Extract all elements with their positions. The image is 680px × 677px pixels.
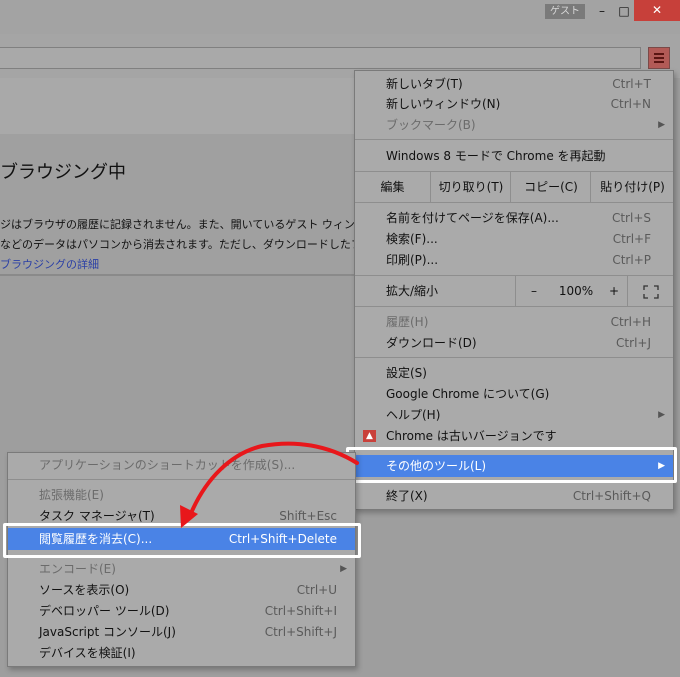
copy-button[interactable]: コピー(C) [510,172,591,202]
menu-item-downloads[interactable]: ダウンロード(D) Ctrl+J [355,333,673,353]
menu-separator [355,139,673,140]
menu-item-label: ブックマーク(B) [386,118,476,132]
menu-separator [8,479,355,480]
menu-item-print[interactable]: 印刷(P)... Ctrl+P [355,250,673,270]
paste-button[interactable]: 貼り付け(P) [590,172,674,202]
guest-info-card: ブラウジング中 ジはブラウザの履歴に記録されません。また、開いているゲスト ウィ… [0,134,354,276]
menu-item-save-as[interactable]: 名前を付けてページを保存(A)... Ctrl+S [355,208,673,228]
title-bar: ゲスト – □ ✕ [0,0,680,34]
submenu-item-js-console[interactable]: JavaScript コンソール(J) Ctrl+Shift+J [8,622,355,643]
submenu-item-encoding[interactable]: エンコード(E) ▶ [8,559,355,580]
menu-item-about[interactable]: Google Chrome について(G) [355,384,673,404]
menu-item-exit[interactable]: 終了(X) Ctrl+Shift+Q [355,486,673,506]
menu-item-label: 新しいタブ(T) [386,77,463,91]
menu-item-settings[interactable]: 設定(S) [355,363,673,383]
menu-item-label: ヘルプ(H) [386,408,441,422]
menu-item-label: 検索(F)... [386,232,438,246]
shortcut-label: Ctrl+H [610,315,651,329]
menu-item-new-tab[interactable]: 新しいタブ(T) Ctrl+T [355,74,673,94]
menu-item-relaunch-win8[interactable]: Windows 8 モードで Chrome を再起動 [355,146,673,166]
shortcut-label: Ctrl+N [610,97,651,111]
menu-item-label: 印刷(P)... [386,253,439,267]
menu-item-label: 名前を付けてページを保存(A)... [386,211,559,225]
update-arrow-icon: ▲ [363,430,376,442]
submenu-arrow-icon: ▶ [658,410,665,420]
menu-item-label: 終了(X) [386,489,428,503]
address-bar[interactable] [0,47,641,69]
submenu-arrow-icon: ▶ [340,564,347,574]
shortcut-label: Ctrl+P [612,253,651,267]
shortcut-label: Ctrl+Shift+Q [572,489,651,503]
info-paragraph-line: ジはブラウザの履歴に記録されません。また、開いているゲスト ウィン [0,218,354,231]
edit-label: 編集 [380,180,405,194]
annotation-frame [3,523,361,558]
submenu-arrow-icon: ▶ [658,120,665,130]
menu-item-history[interactable]: 履歴(H) Ctrl+H [355,312,673,332]
learn-more-link[interactable]: ブラウジングの詳細 [0,256,99,272]
menu-item-label: アプリケーションのショートカットを作成(S)... [39,458,296,472]
menu-item-label: Google Chrome について(G) [386,387,550,401]
menu-item-label: 履歴(H) [386,315,429,329]
maximize-button[interactable]: □ [616,3,632,20]
close-button[interactable]: ✕ [634,0,680,21]
shortcut-label: Ctrl+J [616,336,651,350]
zoom-label: 拡大/縮小 [386,284,439,298]
chrome-menu-button[interactable] [648,47,670,69]
shortcut-label: Ctrl+Shift+I [264,604,337,618]
submenu-item-inspect-devices[interactable]: デバイスを検証(I) [8,643,355,664]
zoom-out-button[interactable]: – [515,276,552,306]
menu-bar-icon [654,57,664,59]
guest-badge: ゲスト [545,4,585,19]
chrome-main-menu: 新しいタブ(T) Ctrl+T 新しいウィンドウ(N) Ctrl+N ブックマー… [354,70,674,510]
menu-item-label: Windows 8 モードで Chrome を再起動 [386,149,606,163]
menu-item-new-window[interactable]: 新しいウィンドウ(N) Ctrl+N [355,94,673,114]
zoom-row: 拡大/縮小 – 100% + [355,275,673,307]
menu-item-label: Chrome は古いバージョンです [386,429,557,443]
menu-item-label: ソースを表示(O) [39,583,130,597]
minimize-button[interactable]: – [594,3,610,20]
page-heading: ブラウジング中 [0,162,126,183]
shortcut-label: Ctrl+T [612,77,651,91]
submenu-item-view-source[interactable]: ソースを表示(O) Ctrl+U [8,580,355,601]
menu-item-label: ダウンロード(D) [386,336,477,350]
menu-item-label: エンコード(E) [39,562,116,576]
menu-item-label: 設定(S) [386,366,427,380]
shortcut-label: Ctrl+F [612,232,651,246]
menu-item-bookmarks[interactable]: ブックマーク(B) ▶ [355,115,673,135]
menu-item-update[interactable]: ▲ Chrome は古いバージョンです [355,426,673,446]
menu-item-label: JavaScript コンソール(J) [39,625,176,639]
submenu-item-dev-tools[interactable]: デベロッパー ツール(D) Ctrl+Shift+I [8,601,355,622]
menu-item-label: デバイスを検証(I) [39,646,136,660]
page-header-area [0,78,354,134]
menu-separator [355,357,673,358]
cut-button[interactable]: 切り取り(T) [430,172,511,202]
zoom-level: 100% [558,284,594,298]
submenu-item-extensions[interactable]: 拡張機能(E) [8,485,355,506]
menu-item-label: 拡張機能(E) [39,488,104,502]
edit-row: 編集 切り取り(T) コピー(C) 貼り付け(P) [355,171,673,203]
submenu-item-app-shortcut[interactable]: アプリケーションのショートカットを作成(S)... [8,455,355,476]
menu-item-label: デベロッパー ツール(D) [39,604,170,618]
shortcut-label: Ctrl+Shift+J [264,625,337,639]
menu-bar-icon [654,61,664,63]
menu-bar-icon [654,53,664,55]
menu-item-help[interactable]: ヘルプ(H) ▶ [355,405,673,425]
more-tools-submenu: アプリケーションのショートカットを作成(S)... 拡張機能(E) タスク マネ… [7,452,356,667]
shortcut-label: Ctrl+U [296,583,337,597]
info-paragraph-line: などのデータはパソコンから消去されます。ただし、ダウンロードしたフ [0,238,354,251]
fullscreen-button[interactable] [627,276,674,306]
zoom-in-button[interactable]: + [601,276,627,306]
annotation-frame [346,447,677,483]
shortcut-label: Ctrl+S [611,211,651,225]
menu-item-label: 新しいウィンドウ(N) [386,97,501,111]
menu-item-find[interactable]: 検索(F)... Ctrl+F [355,229,673,249]
fullscreen-icon [643,284,659,299]
